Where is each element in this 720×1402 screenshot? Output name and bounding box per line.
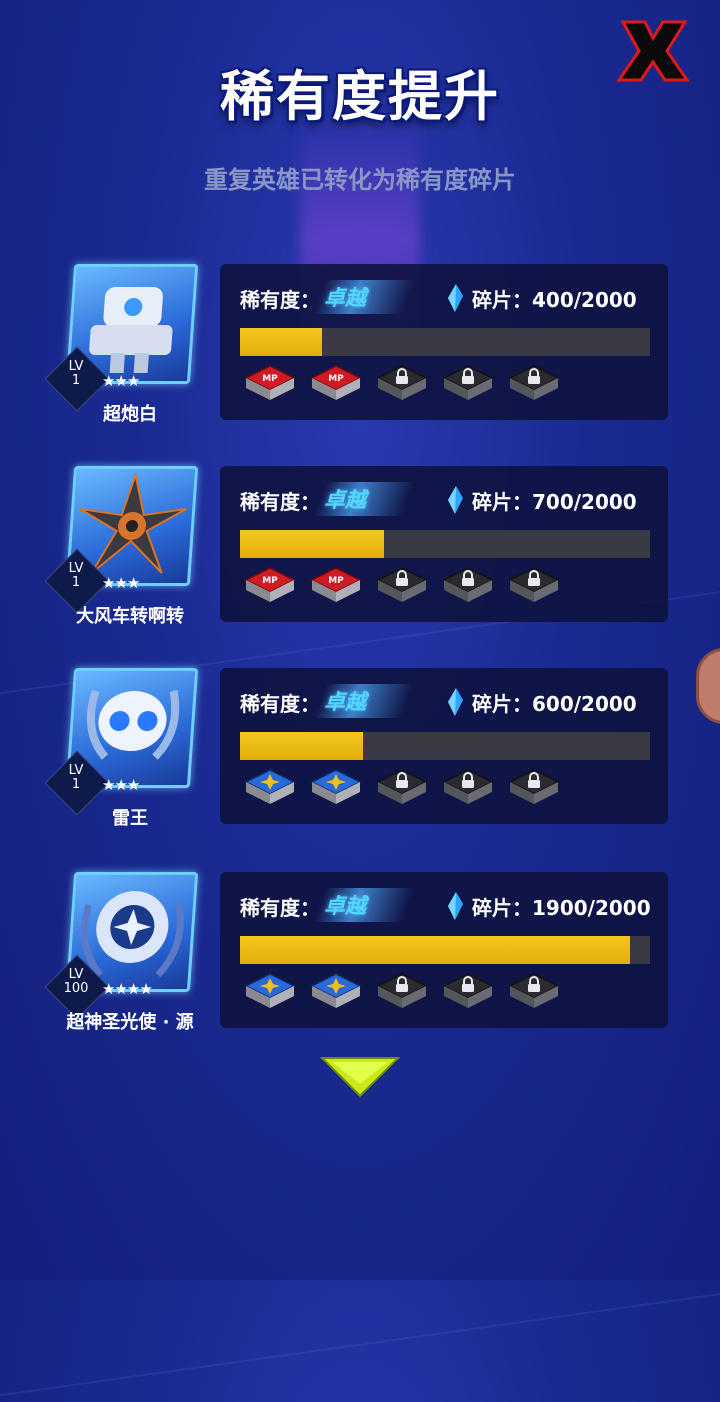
page-title: 稀有度提升: [220, 65, 500, 128]
level-text: LV 1: [54, 360, 98, 388]
level-text: LV 100: [54, 968, 98, 996]
star-rating: ★★★: [102, 372, 140, 390]
star-rating: ★★★: [102, 776, 140, 794]
close-button[interactable]: [615, 18, 691, 84]
scroll-down-arrow[interactable]: [319, 1054, 401, 1098]
progress-bar-fill: [240, 328, 322, 356]
lock-icon: [376, 566, 428, 606]
shard-icon: [448, 284, 463, 312]
mp-chip-icon: MP: [310, 364, 362, 404]
hero-portrait-frame[interactable]: LV 1 ★★★ 雷王: [44, 668, 210, 838]
star-rating: ★★★★: [102, 980, 153, 998]
star-chip-icon: [310, 768, 362, 808]
lock-icon: [442, 364, 494, 404]
rarity-label: 稀有度：: [240, 692, 320, 716]
progress-bar: [240, 936, 650, 964]
hero-name: 雷王: [112, 808, 148, 829]
hero-name: 超炮白: [103, 404, 157, 425]
shard-value: 1900/2000: [532, 896, 651, 920]
level-label: LV: [68, 967, 84, 982]
hero-row: LV 1 ★★★ 大风车转啊转 稀有度： 卓越 碎片：700/2000 MP MP: [0, 466, 720, 636]
star-chip-icon: [244, 972, 296, 1012]
rarity-value: 卓越: [324, 894, 366, 918]
hero-name: 超神圣光使 · 源: [66, 1012, 194, 1033]
lock-icon: [508, 566, 560, 606]
level-label: LV: [68, 359, 84, 374]
svg-text:MP: MP: [328, 576, 344, 586]
shard-value: 700/2000: [532, 490, 637, 514]
rarity-value: 卓越: [324, 286, 366, 310]
mp-chip-icon: MP: [244, 364, 296, 404]
shard-label: 碎片：: [472, 692, 532, 716]
shard-count: 碎片：600/2000: [472, 688, 637, 717]
progress-bar-fill: [240, 530, 384, 558]
shard-label: 碎片：: [472, 288, 532, 312]
star-chip-icon: [310, 972, 362, 1012]
rarity-card: 稀有度： 卓越 碎片：700/2000 MP MP: [220, 466, 668, 622]
progress-bar-fill: [240, 936, 630, 964]
level-value: 1: [71, 373, 81, 388]
shard-count: 碎片：700/2000: [472, 486, 637, 515]
level-label: LV: [68, 763, 84, 778]
rarity-label: 稀有度：: [240, 896, 320, 920]
close-icon: [616, 20, 690, 82]
rarity-slots: [244, 972, 664, 1016]
lock-icon: [442, 768, 494, 808]
progress-bar: [240, 732, 650, 760]
lock-icon: [508, 364, 560, 404]
shard-count: 碎片：400/2000: [472, 284, 637, 313]
progress-bar-fill: [240, 732, 363, 760]
level-text: LV 1: [54, 764, 98, 792]
hero-portrait-frame[interactable]: LV 1 ★★★ 超炮白: [44, 264, 210, 434]
rarity-label: 稀有度：: [240, 490, 320, 514]
lock-icon: [508, 768, 560, 808]
svg-text:MP: MP: [262, 576, 278, 586]
shard-icon: [448, 892, 463, 920]
progress-bar: [240, 328, 650, 356]
hero-row: LV 100 ★★★★ 超神圣光使 · 源 稀有度： 卓越 碎片：1900/20…: [0, 872, 720, 1042]
page-subtitle: 重复英雄已转化为稀有度碎片: [204, 166, 516, 194]
level-value: 1: [71, 575, 81, 590]
svg-text:MP: MP: [328, 374, 344, 384]
lock-icon: [376, 972, 428, 1012]
shard-value: 600/2000: [532, 692, 637, 716]
rarity-value: 卓越: [324, 690, 366, 714]
star-rating: ★★★: [102, 574, 140, 592]
hero-row: LV 1 ★★★ 超炮白 稀有度： 卓越 碎片：400/2000 MP MP: [0, 264, 720, 434]
rarity-label: 稀有度：: [240, 288, 320, 312]
svg-text:MP: MP: [262, 374, 278, 384]
rarity-card: 稀有度： 卓越 碎片：400/2000 MP MP: [220, 264, 668, 420]
shard-label: 碎片：: [472, 490, 532, 514]
star-chip-icon: [244, 768, 296, 808]
shard-icon: [448, 688, 463, 716]
shard-label: 碎片：: [472, 896, 532, 920]
shard-value: 400/2000: [532, 288, 637, 312]
lock-icon: [442, 566, 494, 606]
lock-icon: [508, 972, 560, 1012]
mp-chip-icon: MP: [244, 566, 296, 606]
level-value: 100: [63, 981, 89, 996]
hero-portrait-frame[interactable]: LV 100 ★★★★ 超神圣光使 · 源: [44, 872, 210, 1042]
hero-portrait-frame[interactable]: LV 1 ★★★ 大风车转啊转: [44, 466, 210, 636]
lock-icon: [376, 364, 428, 404]
mp-chip-icon: MP: [310, 566, 362, 606]
lock-icon: [442, 972, 494, 1012]
rarity-slots: MP MP: [244, 566, 664, 610]
hero-row: LV 1 ★★★ 雷王 稀有度： 卓越 碎片：600/2000: [0, 668, 720, 838]
rarity-card: 稀有度： 卓越 碎片：1900/2000: [220, 872, 668, 1028]
rarity-value: 卓越: [324, 488, 366, 512]
shard-count: 碎片：1900/2000: [472, 892, 651, 921]
level-label: LV: [68, 561, 84, 576]
shard-icon: [448, 486, 463, 514]
rarity-slots: [244, 768, 664, 812]
level-text: LV 1: [54, 562, 98, 590]
hero-name: 大风车转啊转: [76, 606, 184, 627]
level-value: 1: [71, 777, 81, 792]
rarity-card: 稀有度： 卓越 碎片：600/2000: [220, 668, 668, 824]
lock-icon: [376, 768, 428, 808]
chevron-down-icon: [319, 1057, 401, 1098]
rarity-slots: MP MP: [244, 364, 664, 408]
progress-bar: [240, 530, 650, 558]
